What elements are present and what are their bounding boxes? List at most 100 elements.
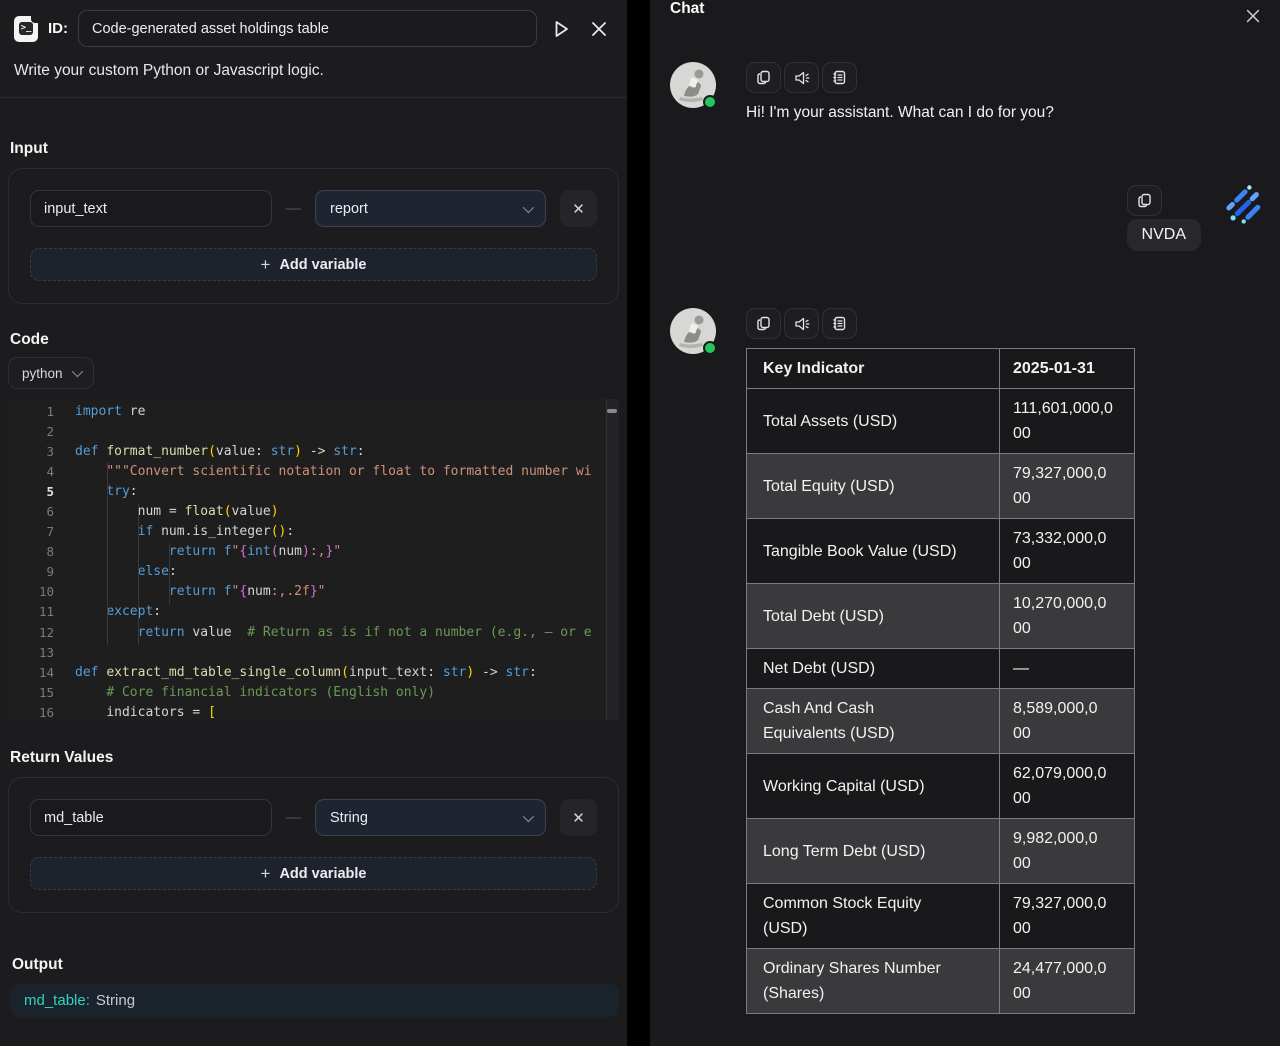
- chevron-down-icon: [523, 201, 534, 212]
- divider: [0, 97, 627, 98]
- read-aloud-button[interactable]: [784, 62, 819, 93]
- code-editor[interactable]: 1import re23def format_number(value: str…: [8, 399, 619, 720]
- line-number: 15: [8, 685, 54, 700]
- indent-guide: [138, 503, 139, 645]
- indicator-cell: Total Equity (USD): [747, 454, 1000, 519]
- code-line[interactable]: 14def extract_md_table_single_column(inp…: [8, 662, 619, 682]
- assistant-avatar: [670, 62, 716, 108]
- read-aloud-button[interactable]: [784, 308, 819, 339]
- editor-header: >_ ID:: [0, 0, 627, 47]
- speaker-icon: [793, 315, 811, 333]
- table-row: Cash And Cash Equivalents (USD)8,589,000…: [747, 689, 1135, 754]
- input-variables-container: — report ✕ + Add variable: [8, 168, 619, 304]
- remove-return-variable-button[interactable]: ✕: [560, 799, 597, 836]
- run-button[interactable]: [547, 15, 575, 43]
- chat-panel: Chat: [650, 0, 1280, 1046]
- code-line[interactable]: 12 return value # Return as is if not a …: [8, 622, 619, 642]
- editor-subtitle: Write your custom Python or Javascript l…: [14, 62, 613, 80]
- code-node-panel: >_ ID: Write your custom Python or Javas…: [0, 0, 627, 1046]
- code-line[interactable]: 5 try:: [8, 481, 619, 501]
- copy-button[interactable]: [746, 62, 781, 93]
- code-line[interactable]: 9 else:: [8, 562, 619, 582]
- add-return-variable-button[interactable]: + Add variable: [30, 857, 597, 890]
- chat-title: Chat: [670, 0, 704, 18]
- indent-guide: [169, 543, 170, 604]
- node-id-input[interactable]: [78, 10, 537, 47]
- notebook-icon: [831, 315, 848, 332]
- user-avatar-logo-icon: [1220, 185, 1266, 231]
- code-line[interactable]: 4 """Convert scientific notation or floa…: [8, 461, 619, 481]
- assistant-message: Hi! I'm your assistant. What can I do fo…: [670, 62, 1054, 122]
- return-section-title: Return Values: [10, 749, 627, 767]
- code-line[interactable]: 3def format_number(value: str) -> str:: [8, 441, 619, 461]
- log-button[interactable]: [822, 308, 857, 339]
- code-node-icon: >_: [14, 16, 38, 42]
- plus-icon: +: [261, 255, 271, 275]
- editor-scrollbar-thumb[interactable]: [607, 409, 617, 413]
- table-header-indicator: Key Indicator: [747, 349, 1000, 389]
- input-variable-value-select[interactable]: report: [315, 190, 546, 227]
- code-line[interactable]: 16 indicators = [: [8, 702, 619, 720]
- assistant-avatar: [670, 308, 716, 354]
- line-number: 13: [8, 645, 54, 660]
- close-icon: [1244, 7, 1262, 25]
- close-icon: [589, 19, 609, 39]
- message-toolbar: [746, 308, 1135, 339]
- indicator-cell: Cash And Cash Equivalents (USD): [747, 689, 1000, 754]
- input-section-title: Input: [10, 140, 627, 158]
- line-number: 10: [8, 584, 54, 599]
- indicator-cell: Total Debt (USD): [747, 584, 1000, 649]
- line-number: 3: [8, 444, 54, 459]
- editor-scrollbar-track: [606, 399, 619, 720]
- code-line[interactable]: 6 num = float(value): [8, 501, 619, 521]
- assistant-greeting-text: Hi! I'm your assistant. What can I do fo…: [746, 104, 1054, 122]
- code-line[interactable]: 10 return f"{num:,.2f}": [8, 582, 619, 602]
- line-number: 5: [8, 484, 54, 499]
- language-select[interactable]: python: [8, 357, 94, 389]
- value-cell: —: [1000, 649, 1135, 689]
- log-button[interactable]: [822, 62, 857, 93]
- code-line[interactable]: 15 # Core financial indicators (English …: [8, 682, 619, 702]
- table-row: Ordinary Shares Number (Shares)24,477,00…: [747, 949, 1135, 1014]
- remove-input-variable-button[interactable]: ✕: [560, 190, 597, 227]
- close-editor-button[interactable]: [585, 15, 613, 43]
- table-header-row: Key Indicator 2025-01-31: [747, 349, 1135, 389]
- value-cell: 73,332,000,000: [1000, 519, 1135, 584]
- return-variable-type-select[interactable]: String: [315, 799, 546, 836]
- user-message: NVDA: [1127, 185, 1266, 251]
- copy-button[interactable]: [746, 308, 781, 339]
- return-variable-name-field[interactable]: [30, 799, 272, 836]
- table-row: Total Equity (USD)79,327,000,000: [747, 454, 1135, 519]
- code-line[interactable]: 1import re: [8, 401, 619, 421]
- add-input-variable-button[interactable]: + Add variable: [30, 248, 597, 281]
- indicator-cell: Long Term Debt (USD): [747, 819, 1000, 884]
- indicator-cell: Ordinary Shares Number (Shares): [747, 949, 1000, 1014]
- code-line[interactable]: 2: [8, 421, 619, 441]
- line-number: 14: [8, 665, 54, 680]
- input-variable-name-field[interactable]: [30, 190, 272, 227]
- code-line[interactable]: 8 return f"{int(num):,}": [8, 542, 619, 562]
- output-section-title: Output: [12, 956, 627, 974]
- id-label: ID:: [48, 20, 68, 37]
- indicator-cell: Working Capital (USD): [747, 754, 1000, 819]
- indicator-cell: Total Assets (USD): [747, 389, 1000, 454]
- chevron-down-icon: [71, 366, 82, 377]
- output-variable-type: String: [96, 992, 135, 1009]
- value-cell: 9,982,000,000: [1000, 819, 1135, 884]
- assistant-message: Key Indicator 2025-01-31 Total Assets (U…: [670, 308, 1135, 1014]
- code-line[interactable]: 13: [8, 642, 619, 662]
- value-cell: 8,589,000,000: [1000, 689, 1135, 754]
- code-lines: 1import re23def format_number(value: str…: [8, 399, 619, 720]
- copy-icon: [755, 69, 772, 86]
- close-chat-button[interactable]: [1239, 2, 1267, 30]
- play-icon: [550, 18, 572, 40]
- code-line[interactable]: 7 if num.is_integer():: [8, 522, 619, 542]
- chevron-down-icon: [523, 810, 534, 821]
- table-row: Working Capital (USD)62,079,000,000: [747, 754, 1135, 819]
- copy-button[interactable]: [1127, 185, 1162, 216]
- line-number: 7: [8, 524, 54, 539]
- value-cell: 24,477,000,000: [1000, 949, 1135, 1014]
- code-line[interactable]: 11 except:: [8, 602, 619, 622]
- indicator-cell: Net Debt (USD): [747, 649, 1000, 689]
- code-section-title: Code: [10, 331, 627, 349]
